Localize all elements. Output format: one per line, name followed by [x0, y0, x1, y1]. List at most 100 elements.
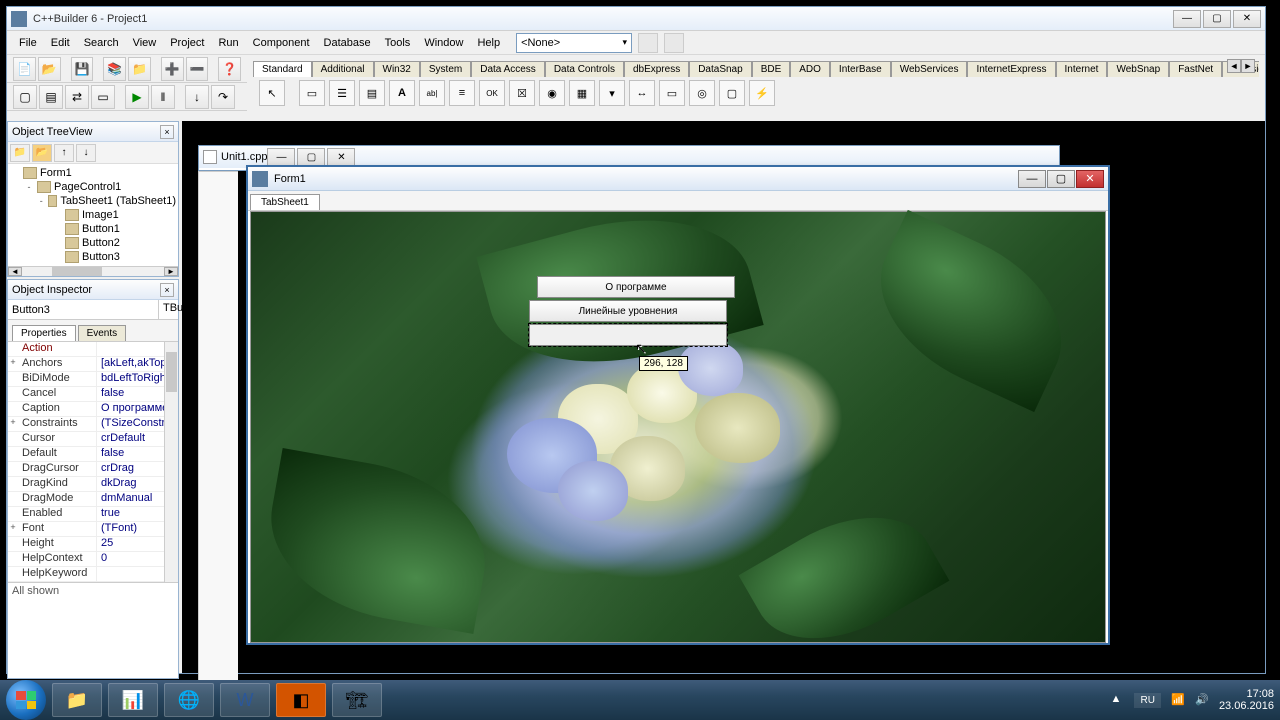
tab-events[interactable]: Events: [78, 325, 127, 341]
step-over-button[interactable]: ↷: [211, 85, 235, 109]
label-icon[interactable]: A: [389, 80, 415, 106]
radiogroup-icon[interactable]: ◎: [689, 80, 715, 106]
ide-titlebar[interactable]: C++Builder 6 - Project1 — ▢ ✕: [7, 7, 1265, 31]
treeview-btn1[interactable]: 📁: [10, 144, 30, 162]
radiobutton-icon[interactable]: ◉: [539, 80, 565, 106]
properties-grid[interactable]: Action+Anchors[akLeft,akTopBiDiModebdLef…: [8, 342, 178, 582]
panel-icon[interactable]: ▢: [719, 80, 745, 106]
palette-tab-bde[interactable]: BDE: [752, 61, 791, 77]
tabsheet-tab[interactable]: TabSheet1: [250, 194, 320, 210]
treeview-down-icon[interactable]: ↓: [76, 144, 96, 162]
maximize-button[interactable]: ▢: [1203, 10, 1231, 28]
button1[interactable]: О программе: [537, 276, 735, 298]
menu-database[interactable]: Database: [318, 35, 377, 51]
scroll-left-icon[interactable]: ◄: [8, 267, 22, 276]
tree-item[interactable]: -PageControl1: [8, 180, 178, 194]
property-row[interactable]: DragModedmManual: [8, 492, 178, 507]
listbox-icon[interactable]: ▦: [569, 80, 595, 106]
property-row[interactable]: CaptionО программе: [8, 402, 178, 417]
property-row[interactable]: +Constraints(TSizeConstra: [8, 417, 178, 432]
save-all-button[interactable]: 📚: [103, 57, 126, 81]
minimize-button[interactable]: —: [1173, 10, 1201, 28]
taskbar-word[interactable]: W: [220, 683, 270, 717]
palette-next-icon[interactable]: ►: [1241, 59, 1255, 73]
run-button[interactable]: ▶: [125, 85, 149, 109]
property-row[interactable]: HelpKeyword: [8, 567, 178, 582]
language-indicator[interactable]: RU: [1134, 693, 1160, 708]
tab-properties[interactable]: Properties: [12, 325, 76, 341]
property-row[interactable]: Cancelfalse: [8, 387, 178, 402]
scroll-right-icon[interactable]: ►: [164, 267, 178, 276]
inspector-close-icon[interactable]: ×: [160, 283, 174, 297]
palette-tab-win32[interactable]: Win32: [374, 61, 420, 77]
taskbar-app2[interactable]: 🌐: [164, 683, 214, 717]
add-button[interactable]: ➕: [161, 57, 184, 81]
popupmenu-icon[interactable]: ▤: [359, 80, 385, 106]
property-row[interactable]: Action: [8, 342, 178, 357]
remove-button[interactable]: ➖: [186, 57, 209, 81]
palette-tab-standard[interactable]: Standard: [253, 61, 312, 77]
palette-tab-datasnap[interactable]: DataSnap: [689, 61, 751, 77]
tray-icon-1[interactable]: ▲: [1110, 693, 1124, 707]
form-close-button[interactable]: ✕: [1076, 170, 1104, 188]
menu-project[interactable]: Project: [164, 35, 210, 51]
frame-icon[interactable]: ▭: [299, 80, 325, 106]
form-client-area[interactable]: О программе Линейные уровнения ↖ 296, 12…: [250, 211, 1106, 643]
help-button[interactable]: ❓: [218, 57, 241, 81]
tree-item[interactable]: Image1: [8, 208, 178, 222]
new-form-button[interactable]: ▭: [91, 85, 115, 109]
editor-max-button[interactable]: ▢: [297, 148, 325, 166]
menu-search[interactable]: Search: [78, 35, 125, 51]
menu-help[interactable]: Help: [471, 35, 506, 51]
tree-item[interactable]: -TabSheet1 (TabSheet1): [8, 194, 178, 208]
menu-view[interactable]: View: [127, 35, 163, 51]
palette-tab-dataaccess[interactable]: Data Access: [471, 61, 545, 77]
mainmenu-icon[interactable]: ☰: [329, 80, 355, 106]
tool-icon-2[interactable]: [664, 33, 684, 53]
open-project-button[interactable]: 📁: [128, 57, 151, 81]
palette-tab-system[interactable]: System: [420, 61, 471, 77]
palette-tab-datacontrols[interactable]: Data Controls: [545, 61, 624, 77]
property-row[interactable]: DragKinddkDrag: [8, 477, 178, 492]
tree-item[interactable]: Button1: [8, 222, 178, 236]
tree-item[interactable]: Button3: [8, 250, 178, 264]
view-unit-button[interactable]: ▤: [39, 85, 63, 109]
edit-icon[interactable]: ab|: [419, 80, 445, 106]
tree-item[interactable]: Button2: [8, 236, 178, 250]
trace-into-button[interactable]: ↓: [185, 85, 209, 109]
tool-icon-1[interactable]: [638, 33, 658, 53]
menu-tools[interactable]: Tools: [379, 35, 417, 51]
memo-icon[interactable]: ≡: [449, 80, 475, 106]
property-row[interactable]: CursorcrDefault: [8, 432, 178, 447]
inspector-object-select[interactable]: [8, 300, 158, 319]
palette-tab-websnap[interactable]: WebSnap: [1107, 61, 1169, 77]
open-button[interactable]: 📂: [38, 57, 61, 81]
system-clock[interactable]: 17:08 23.06.2016: [1219, 688, 1274, 712]
tray-network-icon[interactable]: 📶: [1171, 693, 1185, 707]
menu-file[interactable]: File: [13, 35, 43, 51]
palette-tab-internetexpress[interactable]: InternetExpress: [967, 61, 1055, 77]
start-button[interactable]: [6, 680, 46, 720]
editor-min-button[interactable]: —: [267, 148, 295, 166]
tree-item[interactable]: Form1: [8, 166, 178, 180]
property-row[interactable]: +Anchors[akLeft,akTop: [8, 357, 178, 372]
menu-component[interactable]: Component: [247, 35, 316, 51]
menu-edit[interactable]: Edit: [45, 35, 76, 51]
groupbox-icon[interactable]: ▭: [659, 80, 685, 106]
property-row[interactable]: DragCursorcrDrag: [8, 462, 178, 477]
palette-tab-internet[interactable]: Internet: [1056, 61, 1108, 77]
property-row[interactable]: Defaultfalse: [8, 447, 178, 462]
form-designer-window[interactable]: Form1 — ▢ ✕ TabSheet1 О программе Линейн: [246, 165, 1110, 645]
taskbar-cppbuilder[interactable]: 🏗: [332, 683, 382, 717]
button3[interactable]: [529, 324, 727, 346]
editor-close-button[interactable]: ✕: [327, 148, 355, 166]
combobox-icon[interactable]: ▾: [599, 80, 625, 106]
palette-tab-dbexpress[interactable]: dbExpress: [624, 61, 689, 77]
menu-run[interactable]: Run: [212, 35, 244, 51]
palette-tab-webservices[interactable]: WebServices: [891, 61, 968, 77]
palette-tab-fastnet[interactable]: FastNet: [1169, 61, 1222, 77]
form-minimize-button[interactable]: —: [1018, 170, 1046, 188]
button-icon[interactable]: OK: [479, 80, 505, 106]
new-button[interactable]: 📄: [13, 57, 36, 81]
treeview-up-icon[interactable]: ↑: [54, 144, 74, 162]
